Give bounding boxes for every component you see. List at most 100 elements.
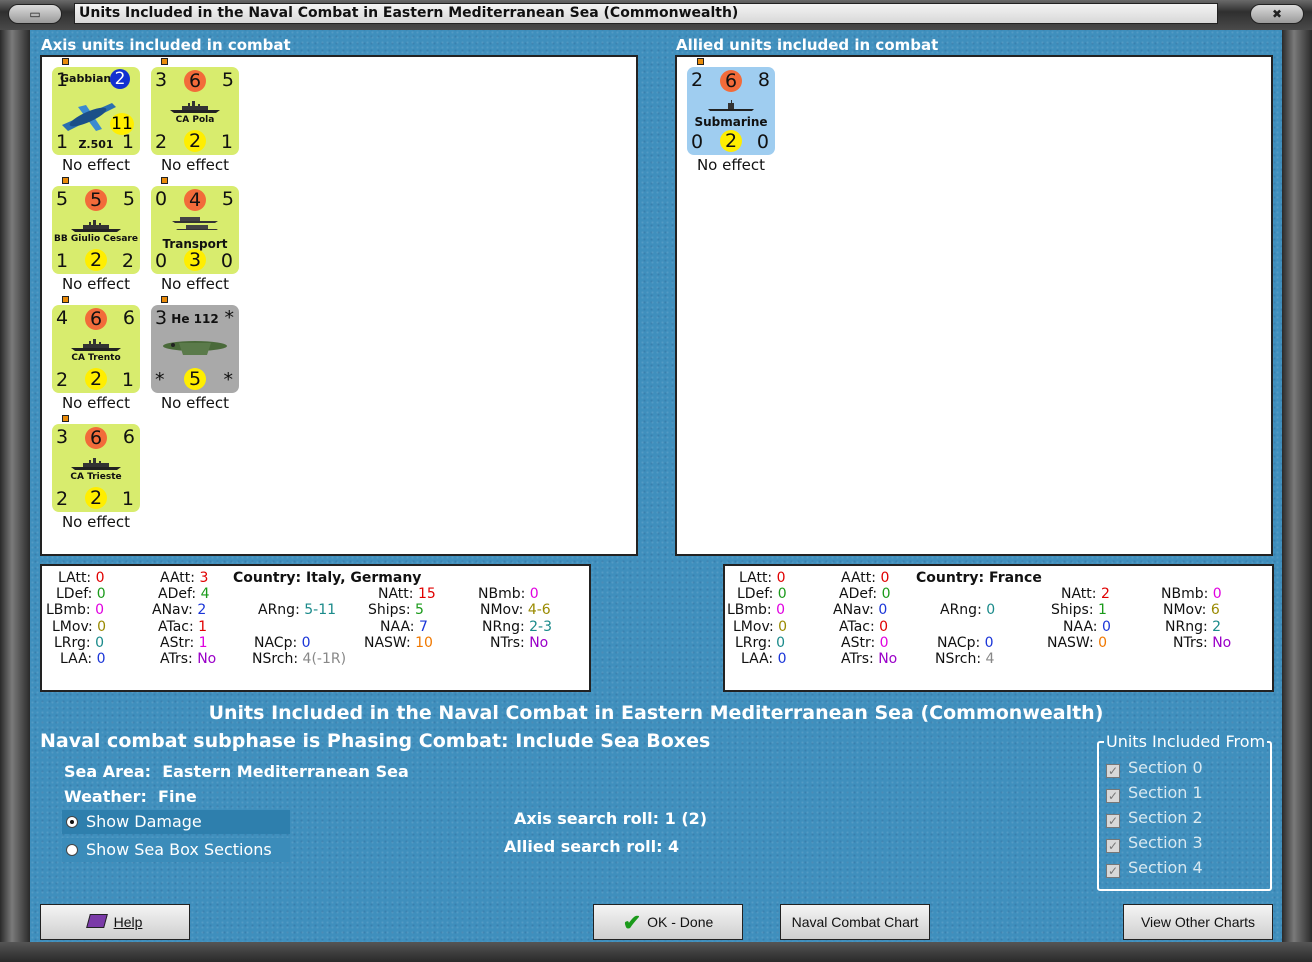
- unit-top-center-value: 5: [85, 189, 107, 211]
- unit-marker-icon: [62, 58, 69, 65]
- unit-marker-icon: [161, 58, 168, 65]
- unit-effect-label: No effect: [160, 156, 230, 174]
- naval-combat-chart-button[interactable]: Naval Combat Chart: [780, 904, 930, 940]
- unit-top-center-value: 4: [184, 189, 206, 211]
- unit-marker-icon: [161, 177, 168, 184]
- axis-unit-counter[interactable]: 3 5 2 1 6 2 CA Pola: [151, 67, 239, 155]
- axis-nsrch: 4(-1R): [302, 651, 347, 667]
- unit-top-right-value: 6: [122, 307, 135, 329]
- unit-bottom-left-value: 2: [56, 488, 69, 510]
- unit-bottom-center-value: 2: [720, 130, 742, 152]
- unit-marker-icon: [62, 415, 69, 422]
- unit-bottom-right-value: 2: [121, 250, 134, 272]
- fighter-plane-icon: [163, 341, 227, 355]
- axis-nasw: 10: [415, 635, 433, 651]
- warship-icon: [170, 101, 220, 113]
- allied-arng: 0: [986, 602, 996, 618]
- sea-area-value: Eastern Mediterranean Sea: [162, 762, 409, 781]
- axis-unit-counter[interactable]: 3 * * * He 112 5: [151, 305, 239, 393]
- axis-nrng: 2-3: [529, 619, 553, 635]
- axis-unit-counter[interactable]: 0 5 0 0 4 3 Transport: [151, 186, 239, 274]
- subphase-text: Naval combat subphase is Phasing Combat:…: [40, 730, 711, 752]
- axis-nacp: 0: [301, 635, 311, 651]
- allied-natt: 2: [1100, 586, 1110, 602]
- allied-naa: 0: [1101, 619, 1111, 635]
- view-other-charts-button[interactable]: View Other Charts: [1123, 904, 1273, 940]
- axis-atrs: No: [197, 651, 217, 667]
- unit-bottom-right-value: 1: [121, 369, 134, 391]
- allied-stats-panel: LAtt: 0 LDef: 0 LBmb: 0 LMov: 0 LRrg: 0 …: [723, 564, 1274, 692]
- allied-nmov: 6: [1210, 602, 1220, 618]
- sea-area-info: Sea Area: Eastern Mediterranean Sea: [64, 762, 409, 781]
- allied-country: France: [989, 570, 1042, 586]
- allied-nsrch: 4: [985, 651, 995, 667]
- show-sections-radio[interactable]: Show Sea Box Sections: [62, 838, 290, 862]
- unit-effect-label: No effect: [160, 275, 230, 293]
- warship-icon: [71, 458, 121, 470]
- axis-anav: 2: [197, 602, 207, 618]
- unit-bottom-left-value: 0: [691, 131, 704, 153]
- seaplane-icon: [62, 103, 116, 131]
- allied-laa: 0: [777, 651, 787, 667]
- axis-unit-counter[interactable]: 5 5 1 2 5 2 BB Giulio Cesare: [52, 186, 140, 274]
- axis-nbmb: 0: [529, 586, 539, 602]
- unit-bottom-right-value: 1: [220, 131, 233, 153]
- window-title: Units Included in the Naval Combat in Ea…: [74, 3, 1218, 24]
- window-frame-left: [0, 30, 30, 942]
- section-3-checkbox[interactable]: ✓ Section 3: [1106, 833, 1203, 853]
- allied-lrrg: 0: [776, 635, 786, 651]
- show-sections-label: Show Sea Box Sections: [86, 840, 272, 859]
- show-damage-radio[interactable]: Show Damage: [62, 810, 290, 834]
- allied-latt: 0: [776, 570, 786, 586]
- window-menu-button[interactable]: ▭: [8, 4, 62, 24]
- section-2-checkbox[interactable]: ✓ Section 2: [1106, 808, 1203, 828]
- axis-roll-value: 1 (2): [664, 809, 708, 828]
- axis-unit-counter[interactable]: 3 6 2 1 6 2 CA Trieste: [52, 424, 140, 512]
- checkbox-checked-icon: ✓: [1106, 814, 1120, 828]
- unit-marker-icon: [62, 177, 69, 184]
- unit-marker-icon: [697, 58, 704, 65]
- warship-icon: [71, 339, 121, 351]
- axis-ntrs: No: [529, 635, 549, 651]
- allied-lmov: 0: [778, 619, 788, 635]
- unit-top-right-value: 5: [122, 188, 135, 210]
- help-button[interactable]: Help: [40, 904, 190, 940]
- section-0-checkbox[interactable]: ✓ Section 0: [1106, 758, 1203, 778]
- close-button[interactable]: ✖: [1250, 4, 1304, 24]
- axis-unit-counter[interactable]: 4 6 2 1 6 2 CA Trento: [52, 305, 140, 393]
- unit-bottom-left-value: *: [155, 369, 165, 391]
- allied-unit-counter[interactable]: 2 8 0 0 6 2 Submarine: [687, 67, 775, 155]
- unit-top-center-value: 2: [110, 69, 130, 89]
- allied-astr: 0: [879, 635, 889, 651]
- unit-top-center-value: 6: [720, 70, 742, 92]
- allied-ships: 1: [1098, 602, 1107, 618]
- sections-group-title: Units Included From: [1104, 732, 1268, 751]
- allied-nrng: 2: [1212, 619, 1222, 635]
- section-4-checkbox[interactable]: ✓ Section 4: [1106, 858, 1203, 878]
- ok-done-button[interactable]: ✔ OK - Done: [593, 904, 743, 940]
- unit-effect-label: No effect: [61, 513, 131, 531]
- unit-bottom-center-value: 3: [184, 249, 206, 271]
- allied-nbmb: 0: [1212, 586, 1222, 602]
- axis-latt: 0: [95, 570, 105, 586]
- allied-atrs: No: [878, 651, 898, 667]
- axis-laa: 0: [96, 651, 106, 667]
- axis-panel-label: Axis units included in combat: [41, 36, 291, 54]
- unit-effect-label: No effect: [696, 156, 766, 174]
- combat-summary-title: Units Included in the Naval Combat in Ea…: [208, 702, 1104, 724]
- axis-unit-counter[interactable]: 1 1 1 Gabbiano 2 11 Z.501: [52, 67, 140, 155]
- axis-ships: 5: [415, 602, 424, 618]
- unit-marker-icon: [161, 296, 168, 303]
- unit-bottom-left-value: 2: [155, 131, 168, 153]
- axis-stats-panel: LAtt: 0 LDef: 0 LBmb: 0 LMov: 0 LRrg: 0 …: [40, 564, 591, 692]
- unit-top-center-value: 6: [85, 427, 107, 449]
- weather-value: Fine: [158, 787, 197, 806]
- unit-model: Z.501: [78, 138, 114, 151]
- unit-top-left-value: 2: [691, 69, 704, 91]
- section-1-checkbox[interactable]: ✓ Section 1: [1106, 783, 1203, 803]
- unit-top-left-value: 5: [56, 188, 69, 210]
- axis-nmov: 4-6: [527, 602, 551, 618]
- unit-bottom-left-value: 1: [56, 250, 69, 272]
- axis-lmov: 0: [97, 619, 107, 635]
- allied-ldef: 0: [777, 586, 787, 602]
